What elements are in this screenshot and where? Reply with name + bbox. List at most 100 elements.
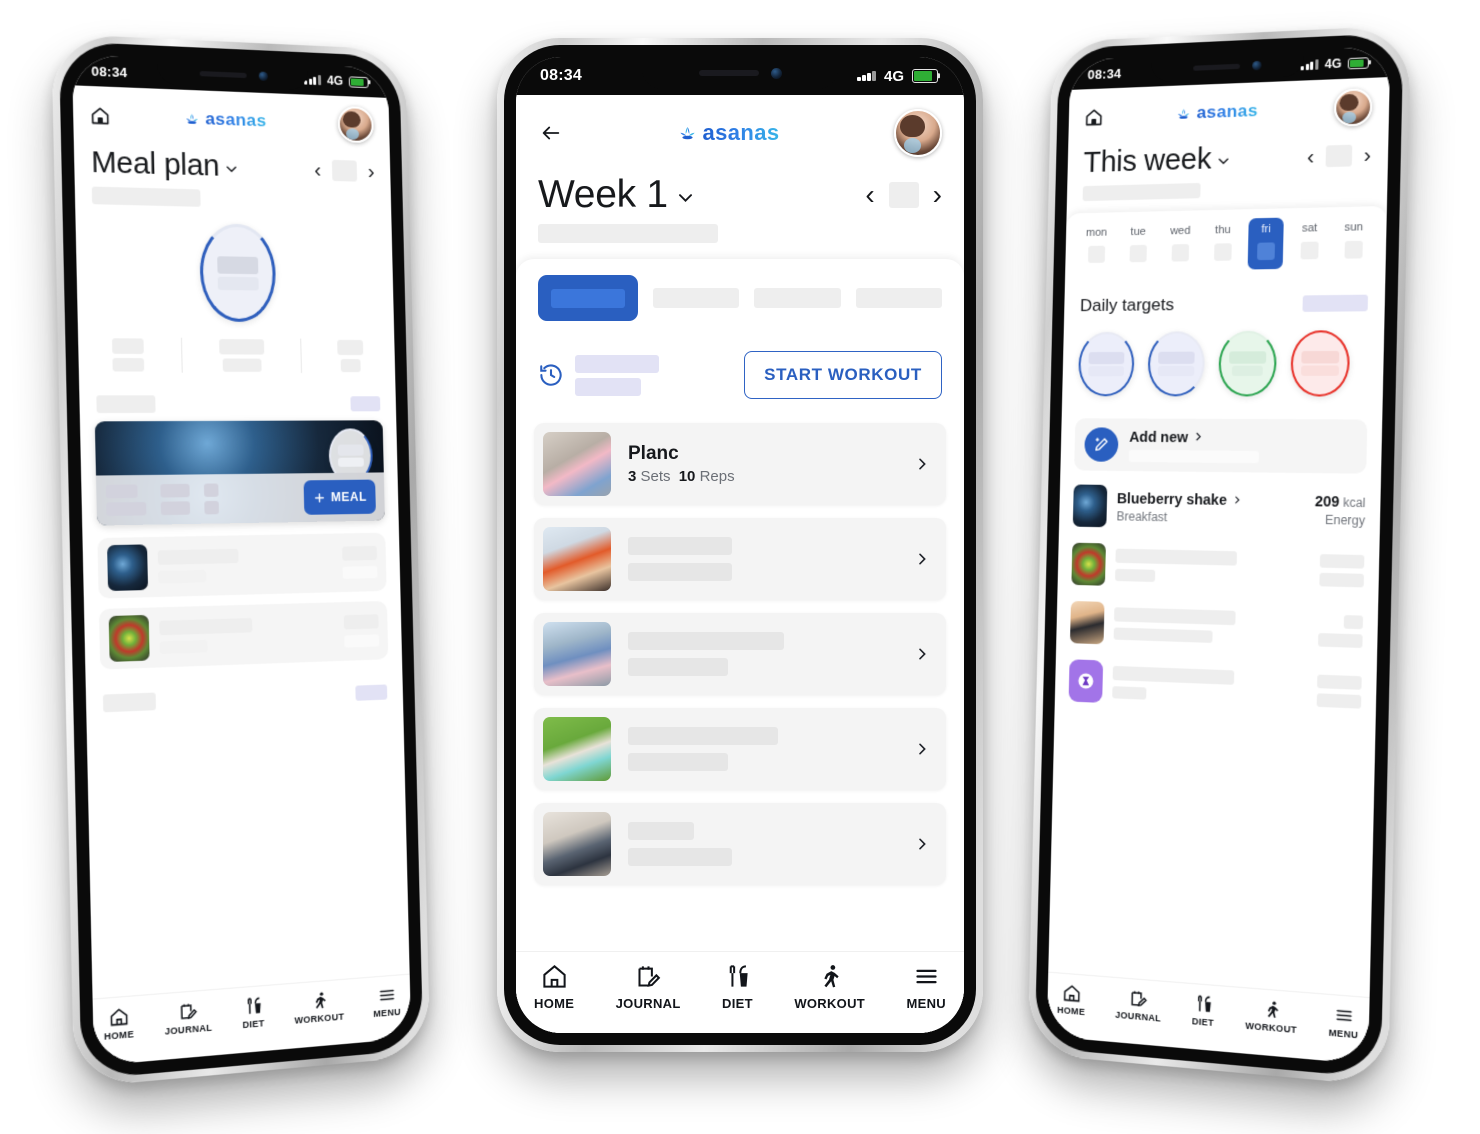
day-chip-selected[interactable] [538, 275, 638, 321]
chevron-right-icon [919, 648, 926, 660]
macro-item [219, 339, 265, 372]
app-bar: asanas [516, 95, 964, 161]
nav-item-journal[interactable]: JOURNAL [1115, 987, 1162, 1024]
entry-row[interactable]: Blueberry shake Breakfast 209 kcal Energ… [1072, 484, 1366, 532]
macro-summary-row [78, 337, 395, 374]
add-new-label: Add new [1129, 428, 1189, 445]
week-day-tue[interactable]: tue [1121, 226, 1156, 263]
add-new-row[interactable]: Add new [1074, 418, 1368, 474]
week-day-sat[interactable]: sat [1291, 222, 1327, 260]
nav-item-home[interactable]: HOME [534, 963, 574, 1011]
running-person-icon [315, 992, 326, 1009]
exercise-row[interactable]: Planc 3 Sets 10 Reps [534, 423, 946, 505]
app-content-right: asanas This week ‹ › mon tue wed thu fri… [1046, 77, 1390, 1065]
day-chip[interactable] [855, 288, 942, 308]
pager-next-button[interactable]: › [1363, 143, 1371, 168]
nav-item-diet[interactable]: DIET [242, 995, 265, 1030]
chevron-down-icon[interactable] [1216, 154, 1231, 169]
lotus-icon [186, 113, 199, 124]
pager-next-button[interactable]: › [933, 179, 942, 211]
page-title: This week [1083, 143, 1212, 180]
nav-item-home[interactable]: HOME [1057, 982, 1086, 1017]
chevron-down-icon[interactable] [224, 162, 239, 177]
entry-meta: Breakfast [1116, 508, 1168, 524]
pager-next-button[interactable]: › [367, 159, 374, 183]
exercise-row[interactable] [534, 708, 946, 790]
home-icon[interactable] [1084, 107, 1103, 127]
nav-item-workout[interactable]: WORKOUT [294, 989, 344, 1026]
bottom-navigation: HOME JOURNAL DIET WORKOUT MENU [516, 951, 964, 1033]
user-avatar[interactable] [337, 105, 374, 144]
history-clock-icon[interactable] [538, 362, 564, 388]
brand-name: asanas [205, 108, 267, 131]
entry-row[interactable] [1069, 600, 1364, 653]
macro-item [337, 339, 364, 373]
entry-thumbnail [1072, 484, 1108, 528]
day-chip[interactable] [754, 288, 841, 308]
exercise-row[interactable] [534, 803, 946, 885]
brand-name: asanas [1196, 100, 1259, 123]
nav-item-menu[interactable]: MENU [906, 963, 946, 1011]
nav-item-journal[interactable]: JOURNAL [164, 1000, 212, 1037]
subtitle-placeholder [1082, 182, 1201, 202]
chevron-right-icon [919, 743, 926, 755]
list-item-thumbnail [108, 614, 150, 662]
exercise-thumbnail [543, 432, 611, 496]
start-workout-button[interactable]: START WORKOUT [744, 351, 942, 399]
arrow-left-icon[interactable] [538, 122, 564, 144]
fork-cup-icon [1193, 993, 1213, 1014]
week-day-mon[interactable]: mon [1079, 226, 1113, 263]
nav-item-workout[interactable]: WORKOUT [1245, 998, 1297, 1036]
exercise-row[interactable] [534, 518, 946, 600]
meal-list-item[interactable] [98, 600, 389, 670]
home-icon [542, 965, 566, 988]
exercise-row[interactable] [534, 613, 946, 695]
home-icon[interactable] [90, 105, 110, 125]
home-icon [108, 1006, 129, 1028]
pager-prev-button[interactable]: ‹ [314, 158, 322, 182]
week-day-label: mon [1085, 226, 1108, 240]
entry-thumbnail [1069, 600, 1105, 645]
exercise-list: Planc 3 Sets 10 Reps [516, 423, 964, 885]
nav-item-diet[interactable]: DIET [1192, 993, 1215, 1028]
day-chip[interactable] [652, 288, 740, 308]
week-day-wed[interactable]: wed [1163, 225, 1198, 262]
daily-targets-action-placeholder[interactable] [1302, 294, 1369, 312]
user-avatar[interactable] [1333, 88, 1373, 127]
start-workout-label: START WORKOUT [764, 365, 922, 384]
meal-list-item[interactable] [97, 532, 387, 599]
magic-pencil-icon [1084, 427, 1119, 462]
phone-device-left: 08:34 4G asanas Meal plan ‹ › MEAL HOME … [51, 33, 431, 1088]
user-avatar[interactable] [893, 109, 942, 157]
week-day-thu[interactable]: thu [1205, 224, 1241, 261]
meal-card-footer: MEAL [95, 472, 385, 526]
add-meal-button[interactable]: MEAL [303, 479, 376, 515]
nav-item-home[interactable]: HOME [103, 1006, 134, 1042]
target-ring-4 [1290, 330, 1351, 397]
nav-item-workout[interactable]: WORKOUT [794, 963, 865, 1011]
nav-label: WORKOUT [794, 996, 866, 1011]
target-ring-1 [1077, 331, 1135, 397]
chevron-down-icon[interactable] [676, 188, 695, 207]
exercise-name: Planc [628, 443, 679, 464]
entry-value-label: Energy [1324, 512, 1366, 528]
content-sheet: START WORKOUT Planc 3 Sets 10 Reps HOME … [516, 259, 964, 1033]
week-day-label: sat [1301, 222, 1318, 235]
entry-row[interactable] [1071, 542, 1365, 593]
nav-item-diet[interactable]: DIET [722, 963, 753, 1011]
nav-label: WORKOUT [1245, 1020, 1297, 1036]
week-day-fri-selected[interactable]: fri [1247, 217, 1284, 270]
week-pager: ‹ › [865, 179, 942, 211]
nav-item-menu[interactable]: MENU [373, 984, 401, 1019]
week-day-label: wed [1170, 224, 1191, 238]
pager-prev-button[interactable]: ‹ [865, 179, 874, 211]
featured-meal-card[interactable]: MEAL [94, 420, 385, 526]
pager-prev-button[interactable]: ‹ [1307, 144, 1315, 169]
week-day-sun[interactable]: sun [1335, 221, 1372, 259]
meal-hero-image [94, 420, 384, 484]
nav-item-journal[interactable]: JOURNAL [616, 963, 681, 1011]
mockup-canvas: 08:34 4G asanas Meal plan ‹ › MEAL HOME … [0, 0, 1480, 1134]
nav-item-menu[interactable]: MENU [1329, 1004, 1359, 1040]
target-ring-2 [1147, 331, 1206, 397]
brand-logo: asanas [1176, 101, 1258, 124]
